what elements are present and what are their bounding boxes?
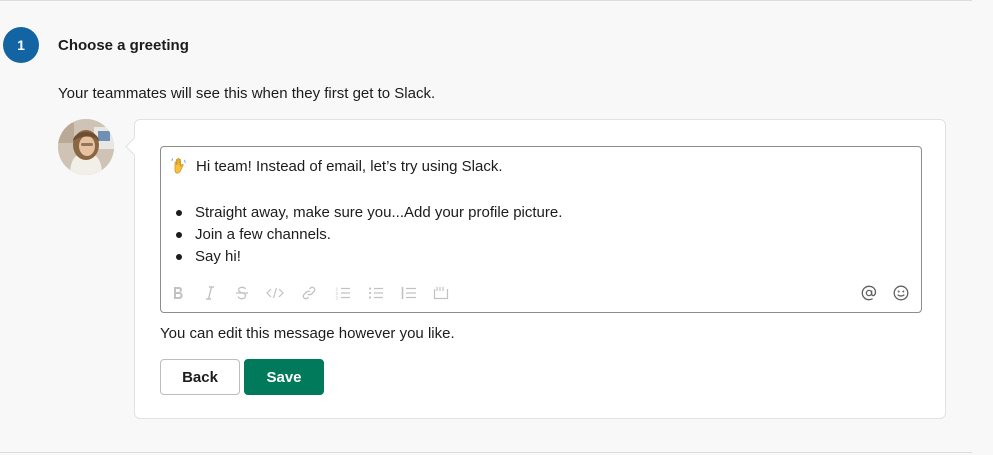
svg-text:3: 3 [336,296,339,301]
message-list: Straight away, make sure you...Add your … [161,202,562,268]
card-pointer [125,137,144,156]
code-block-icon[interactable] [432,283,450,303]
top-divider [0,0,972,1]
message-editor[interactable]: Hi team! Instead of email, let’s try usi… [160,146,922,313]
bulleted-list-icon[interactable] [367,283,385,303]
ordered-list-icon[interactable]: 123 [334,283,352,303]
bullet-icon [176,232,182,238]
back-button[interactable]: Back [160,359,240,395]
bullet-icon [176,254,182,260]
step-title: Choose a greeting [58,37,189,54]
save-button[interactable]: Save [244,359,324,395]
waving-hand-icon [170,156,190,176]
bullet-icon [176,210,182,216]
link-icon[interactable] [301,283,317,303]
step-number-badge: 1 [3,27,39,63]
quote-icon[interactable] [400,283,418,303]
strikethrough-icon[interactable] [234,283,250,303]
edit-hint: You can edit this message however you li… [160,325,455,342]
code-icon[interactable] [266,283,284,303]
bottom-divider [0,452,972,453]
mention-icon[interactable] [860,283,878,303]
italic-icon[interactable] [202,283,218,303]
bold-icon[interactable] [170,283,186,303]
list-item: Say hi! [161,246,562,268]
greeting-line: Hi team! Instead of email, let’s try usi… [170,156,503,176]
avatar-photo [58,119,114,175]
emoji-icon[interactable] [892,283,910,303]
greeting-card: Hi team! Instead of email, let’s try usi… [125,119,946,419]
avatar [58,119,114,175]
formatting-toolbar: 123 [170,283,914,303]
list-item: Join a few channels. [161,224,562,246]
step-description: Your teammates will see this when they f… [58,85,436,102]
greeting-text: Hi team! Instead of email, let’s try usi… [196,157,503,175]
list-item: Straight away, make sure you...Add your … [161,202,562,224]
